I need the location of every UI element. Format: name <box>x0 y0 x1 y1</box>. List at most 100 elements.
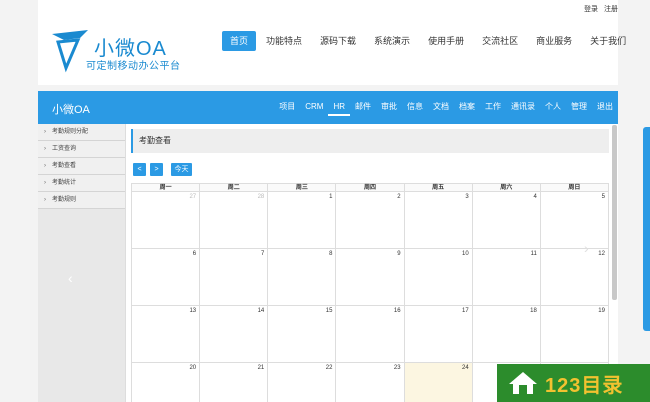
day-number: 24 <box>462 365 469 371</box>
app-nav-contacts[interactable]: 通讯录 <box>506 100 540 116</box>
weekday-label: 周五 <box>405 184 473 191</box>
day-number: 22 <box>325 365 333 371</box>
calendar-day[interactable]: 11 <box>473 249 541 305</box>
calendar-day[interactable]: 21 <box>200 363 269 402</box>
watermark-text: 123目录 <box>545 375 624 397</box>
calendar-day[interactable]: 8 <box>268 249 337 305</box>
app-header: 小微OA 项目 CRM HR 邮件 审批 信息 文档 档案 工作 通讯录 个人 … <box>38 91 618 124</box>
day-number: 2 <box>397 194 401 200</box>
calendar-day[interactable]: 15 <box>268 306 337 362</box>
sidebar-item-salary[interactable]: › 工资查询 <box>38 141 125 158</box>
site-nav-community[interactable]: 交流社区 <box>474 31 526 51</box>
day-number: 15 <box>325 308 333 314</box>
sidebar-item-attendance-view[interactable]: › 考勤查看 <box>38 158 125 175</box>
sidebar-item-attendance-assign[interactable]: › 考勤规则分配 <box>38 124 125 141</box>
calendar-day[interactable]: 10 <box>405 249 473 305</box>
calendar-toolbar: < > 今天 <box>133 163 196 176</box>
day-number: 28 <box>257 194 265 200</box>
login-link[interactable]: 登录 <box>584 6 598 13</box>
calendar-day[interactable]: 5 <box>541 192 608 248</box>
site-nav-manual[interactable]: 使用手册 <box>420 31 472 51</box>
calendar-day[interactable]: 6 <box>132 249 201 305</box>
day-number: 18 <box>530 308 537 314</box>
weekday-label: 周日 <box>568 185 581 191</box>
site-nav-business[interactable]: 商业服务 <box>528 31 580 51</box>
sidebar-item-label: 考勤查看 <box>52 163 77 169</box>
weekday-label: 周六 <box>473 184 541 191</box>
site-nav-about[interactable]: 关于我们 <box>582 31 634 51</box>
site-nav-home[interactable]: 首页 <box>222 31 257 51</box>
calendar-day-today[interactable]: 24 <box>404 363 473 402</box>
app-nav-personal[interactable]: 个人 <box>540 100 566 116</box>
day-number: 17 <box>462 308 469 314</box>
scrollbar[interactable] <box>612 125 617 300</box>
day-number: 12 <box>598 251 605 257</box>
today-button[interactable]: 今天 <box>171 163 192 176</box>
app-nav-info[interactable]: 信息 <box>402 100 428 116</box>
app-nav-hr[interactable]: HR <box>328 100 350 116</box>
site-nav: 首页 功能特点 源码下载 系统演示 使用手册 交流社区 商业服务 关于我们 <box>222 31 636 51</box>
calendar-day[interactable]: 7 <box>200 249 269 305</box>
calendar-day[interactable]: 22 <box>268 363 337 402</box>
calendar-day[interactable]: 23 <box>336 363 405 402</box>
calendar-day[interactable]: 14 <box>200 306 269 362</box>
calendar-day[interactable]: 27 <box>132 192 201 248</box>
carousel-next-icon[interactable]: › <box>584 240 589 256</box>
floating-side-tab[interactable] <box>643 127 650 331</box>
app-nav-crm[interactable]: CRM <box>300 100 328 116</box>
site-nav-download[interactable]: 源码下载 <box>312 31 364 51</box>
calendar-day[interactable]: 17 <box>405 306 473 362</box>
day-number: 4 <box>533 194 537 200</box>
calendar-day[interactable]: 13 <box>132 306 201 362</box>
day-number: 27 <box>189 194 197 200</box>
calendar-day[interactable]: 9 <box>336 249 405 305</box>
chevron-right-icon: › <box>44 163 46 169</box>
day-number: 5 <box>601 194 605 200</box>
day-number: 13 <box>189 308 197 314</box>
register-link[interactable]: 注册 <box>604 6 618 13</box>
calendar-day[interactable]: 12 <box>541 249 608 305</box>
carousel-prev-icon[interactable]: ‹ <box>68 270 73 286</box>
logo-subtitle: 可定制移动办公平台 <box>86 61 181 72</box>
site-nav-features[interactable]: 功能特点 <box>258 31 310 51</box>
calendar-day[interactable]: 2 <box>336 192 405 248</box>
day-number: 23 <box>393 365 401 371</box>
calendar-week: 13 14 15 16 17 18 19 <box>132 306 608 363</box>
calendar-day[interactable]: 3 <box>405 192 473 248</box>
calendar-day[interactable]: 18 <box>473 306 541 362</box>
prev-month-button[interactable]: < <box>133 163 146 176</box>
sidebar-item-attendance-rules[interactable]: › 考勤规则 <box>38 192 125 209</box>
sidebar-item-label: 工资查询 <box>52 146 77 152</box>
day-number: 6 <box>192 251 197 257</box>
calendar-day[interactable]: 16 <box>336 306 405 362</box>
sidebar-item-label: 考勤规则 <box>52 197 77 203</box>
app-name[interactable]: 小微OA <box>52 101 90 117</box>
app-nav-admin[interactable]: 管理 <box>566 100 592 116</box>
app-nav-project[interactable]: 项目 <box>274 100 300 116</box>
app-nav-approval[interactable]: 审批 <box>376 100 402 116</box>
sidebar-item-attendance-stats[interactable]: › 考勤统计 <box>38 175 125 192</box>
sidebar-item-label: 考勤统计 <box>52 180 77 186</box>
app-nav-archive[interactable]: 档案 <box>454 100 480 116</box>
next-month-button[interactable]: > <box>150 163 163 176</box>
app-nav: 项目 CRM HR 邮件 审批 信息 文档 档案 工作 通讯录 个人 管理 退出 <box>274 100 618 116</box>
sidebar: › 考勤规则分配 › 工资查询 › 考勤查看 › 考勤统计 › 考勤规则 ‹ <box>38 124 126 402</box>
day-number: 14 <box>257 308 265 314</box>
calendar-day[interactable]: 4 <box>473 192 541 248</box>
app-nav-docs[interactable]: 文档 <box>428 100 454 116</box>
calendar-day[interactable]: 1 <box>268 192 337 248</box>
watermark: 123目录 <box>497 364 650 402</box>
weekday-header: 周一 周二 周三 周四 周五 周六 周日 <box>132 184 608 192</box>
weekday-label: 周二 <box>200 184 269 191</box>
day-number: 9 <box>397 251 401 257</box>
app-nav-mail[interactable]: 邮件 <box>350 100 376 116</box>
app-nav-work[interactable]: 工作 <box>480 100 506 116</box>
logo-mark-icon <box>52 30 88 73</box>
calendar-day[interactable]: 19 <box>541 306 608 362</box>
calendar-day[interactable]: 20 <box>132 363 201 402</box>
app-nav-logout[interactable]: 退出 <box>592 100 618 116</box>
calendar-day[interactable]: 28 <box>200 192 269 248</box>
site-logo[interactable]: 小微OA 可定制移动办公平台 <box>50 28 210 78</box>
weekday-label: 周一 <box>132 184 201 191</box>
site-nav-demo[interactable]: 系统演示 <box>366 31 418 51</box>
